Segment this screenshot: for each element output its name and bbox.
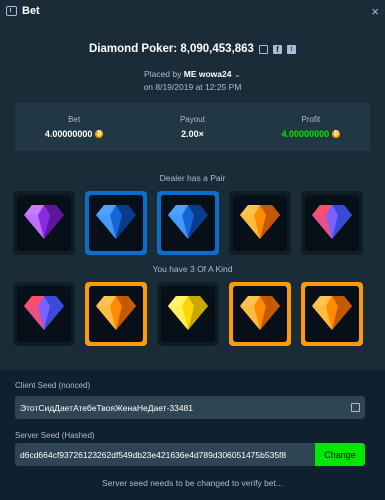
card-face	[305, 286, 359, 342]
modal-header: Bet ×	[0, 0, 385, 22]
blue-gem-icon	[96, 203, 136, 244]
stat-label: Bet	[68, 115, 81, 124]
player-card	[301, 282, 363, 346]
yellow-gem-icon	[168, 294, 208, 335]
card-face	[305, 195, 359, 251]
card-face	[17, 286, 71, 342]
dealer-card	[13, 191, 75, 255]
red-blue-gem-icon	[24, 294, 64, 335]
twitter-icon[interactable]: t	[286, 44, 296, 54]
ticket-icon	[6, 6, 17, 16]
change-seed-button[interactable]: Change	[315, 443, 365, 466]
card-face	[89, 195, 143, 251]
server-seed-value: d6cd664cf93726123262df549db23e421636e4d7…	[20, 449, 287, 460]
username-link[interactable]: ME wowa24	[184, 69, 232, 79]
footer-note: Server seed needs to be changed to verif…	[102, 478, 283, 488]
stats-panel: Bet 4.00000000 ₿ Payout 2.00× Profit 4.00…	[15, 103, 370, 151]
stat-bet: Bet 4.00000000 ₿	[15, 103, 133, 151]
orange-gem-icon	[240, 294, 280, 335]
card-face	[161, 286, 215, 342]
placed-date: on 8/19/2019 at 12:25 PM	[143, 82, 242, 92]
stat-label: Profit	[301, 115, 321, 124]
dealer-hand-label: Dealer has a Pair	[159, 173, 226, 183]
bet-title-row: Diamond Poker: 8,090,453,863 f t	[0, 43, 385, 55]
dealer-card	[301, 191, 363, 255]
header-left: Bet	[6, 5, 40, 17]
copy-icon[interactable]	[351, 403, 360, 412]
card-face	[233, 286, 287, 342]
bet-title: Diamond Poker: 8,090,453,863	[89, 43, 254, 55]
orange-gem-icon	[96, 294, 136, 335]
player-card	[13, 282, 75, 346]
player-card	[85, 282, 147, 346]
bet-amount: 4.00000000	[44, 129, 93, 139]
stat-value: 2.00×	[181, 129, 204, 139]
dealer-card	[157, 191, 219, 255]
placed-prefix: Placed by	[144, 69, 182, 79]
modal-title: Bet	[22, 5, 40, 17]
profit-amount: 4.00000000	[281, 129, 330, 139]
blue-gem-icon	[168, 203, 208, 244]
red-blue-gem-icon	[312, 203, 352, 244]
card-face	[233, 195, 287, 251]
card-face	[17, 195, 71, 251]
player-cards	[13, 282, 373, 346]
card-face	[161, 195, 215, 251]
chevron-down-icon[interactable]: ⌄	[234, 69, 241, 79]
stat-payout: Payout 2.00×	[133, 103, 251, 151]
stat-label: Payout	[180, 115, 205, 124]
player-hand-label: You have 3 Of A Kind	[152, 264, 233, 274]
coin-icon: ₿	[95, 130, 104, 138]
player-card	[229, 282, 291, 346]
orange-gem-icon	[240, 203, 280, 244]
player-card	[157, 282, 219, 346]
copy-icon[interactable]	[258, 44, 268, 54]
orange-gem-icon	[312, 294, 352, 335]
placed-by: Placed by ME wowa24 ⌄	[0, 69, 385, 80]
client-seed-field[interactable]: ЭтотСидДаетАтебеТвояЖенаНеДает-33481	[15, 396, 365, 419]
coin-icon: ₿	[332, 130, 341, 138]
stat-value: 4.00000000 ₿	[282, 129, 341, 139]
stat-profit: Profit 4.00000000 ₿	[252, 103, 370, 151]
stat-value: 4.00000000 ₿	[45, 129, 104, 139]
close-icon[interactable]: ×	[371, 5, 379, 18]
server-seed-field[interactable]: d6cd664cf93726123262df549db23e421636e4d7…	[15, 443, 315, 466]
server-seed-label: Server Seed (Hashed)	[15, 431, 95, 440]
facebook-icon[interactable]: f	[272, 44, 282, 54]
card-face	[89, 286, 143, 342]
client-seed-value: ЭтотСидДаетАтебеТвояЖенаНеДает-33481	[20, 402, 194, 413]
dealer-cards	[13, 191, 373, 255]
dealer-card	[229, 191, 291, 255]
client-seed-label: Client Seed (nonced)	[15, 381, 91, 390]
purple-gem-icon	[24, 203, 64, 244]
dealer-card	[85, 191, 147, 255]
